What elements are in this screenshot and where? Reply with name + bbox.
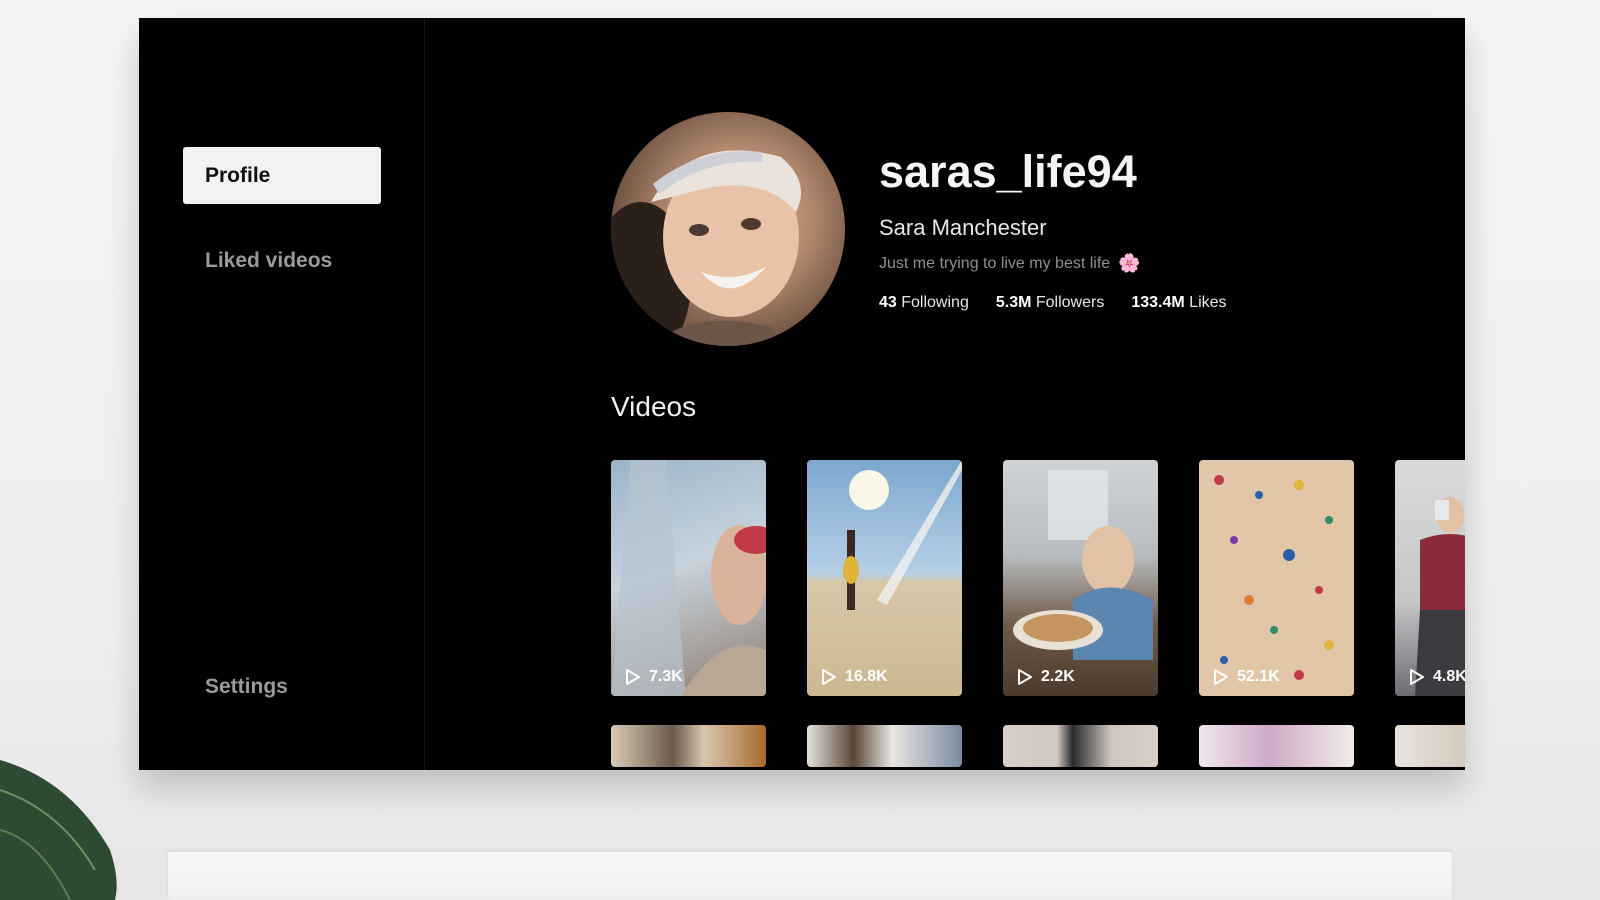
video-thumbnail[interactable] [611, 725, 766, 767]
sidebar-item-label: Liked videos [205, 248, 333, 272]
followers-stat[interactable]: 5.3M Followers [996, 294, 1105, 312]
view-count-label: 2.2K [1041, 668, 1075, 685]
likes-count: 133.4M [1131, 294, 1185, 311]
bio-text: Just me trying to live my best life [879, 254, 1111, 272]
bio: Just me trying to live my best life 🌸 [879, 253, 1141, 274]
sidebar-item-profile[interactable]: Profile [183, 147, 381, 204]
profile-stats: 43 Following 5.3M Followers 133.4M Likes [879, 294, 1227, 312]
view-count-label: 16.8K [845, 668, 888, 685]
likes-stat: 133.4M Likes [1131, 294, 1226, 312]
play-icon [1410, 669, 1424, 685]
video-thumbnail[interactable]: 7.3K [611, 460, 766, 696]
flower-emoji-icon: 🌸 [1118, 253, 1141, 273]
video-thumbnail[interactable]: 2.2K [1003, 460, 1158, 696]
view-count: 4.8K [1409, 668, 1465, 686]
view-count: 2.2K [1017, 668, 1075, 686]
username: saras_life94 [879, 146, 1137, 197]
play-icon [626, 669, 640, 685]
video-thumbnail[interactable]: 4.8K [1395, 460, 1465, 696]
play-icon [1214, 669, 1228, 685]
videos-section-title: Videos [611, 391, 697, 422]
following-count: 43 [879, 294, 897, 311]
sidebar-item-liked-videos[interactable]: Liked videos [183, 232, 381, 289]
tv-stand [168, 852, 1452, 900]
sidebar-item-settings[interactable]: Settings [183, 658, 381, 715]
video-thumbnail[interactable] [1199, 725, 1354, 767]
view-count-label: 7.3K [649, 668, 683, 685]
view-count-label: 4.8K [1433, 668, 1465, 685]
avatar [611, 112, 845, 346]
sidebar-item-label: Settings [205, 674, 288, 698]
video-thumbnail[interactable] [1395, 725, 1465, 767]
video-thumbnail[interactable] [807, 725, 962, 767]
profile-main: saras_life94 Sara Manchester Just me try… [424, 18, 1465, 770]
display-name: Sara Manchester [879, 215, 1047, 240]
view-count: 52.1K [1213, 668, 1280, 686]
following-stat[interactable]: 43 Following [879, 294, 969, 312]
sidebar-item-label: Profile [205, 163, 271, 187]
view-count: 7.3K [625, 668, 683, 686]
video-thumbnail[interactable]: 16.8K [807, 460, 962, 696]
followers-label: Followers [1035, 294, 1105, 311]
video-thumbnail[interactable]: 52.1K [1199, 460, 1354, 696]
plant-leaf-decoration [0, 760, 117, 900]
likes-label: Likes [1189, 294, 1227, 311]
view-count: 16.8K [821, 668, 888, 686]
sidebar: Profile Liked videos Settings [139, 18, 425, 770]
play-icon [822, 669, 836, 685]
tv-screen: Profile Liked videos Settings saras_life… [139, 18, 1465, 770]
play-icon [1018, 669, 1032, 685]
following-label: Following [901, 294, 969, 311]
video-thumbnail[interactable] [1003, 725, 1158, 767]
view-count-label: 52.1K [1237, 668, 1280, 685]
followers-count: 5.3M [995, 294, 1032, 311]
